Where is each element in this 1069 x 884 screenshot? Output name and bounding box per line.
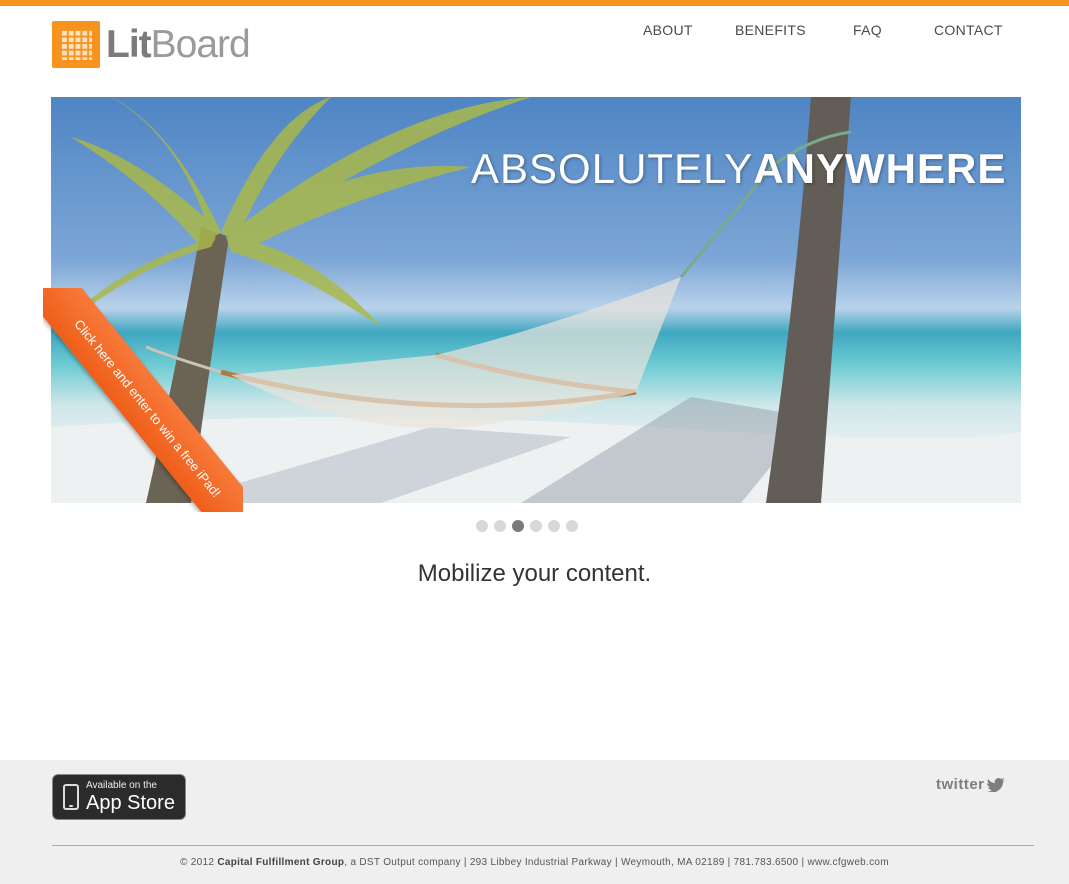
hero-headline: ABSOLUTELYANYWHERE [471, 145, 1007, 192]
footer-divider [52, 845, 1034, 846]
twitter-label: twitter [936, 776, 985, 793]
appstore-small-text: Available on the [86, 780, 157, 791]
nav-faq[interactable]: FAQ [853, 22, 882, 38]
app-store-badge[interactable]: Available on the App Store [52, 774, 186, 820]
main-nav: ABOUT BENEFITS FAQ CONTACT [620, 22, 1020, 42]
tagline: Mobilize your content. [417, 560, 652, 587]
site-footer: Available on the App Store twitter © 201… [0, 760, 1069, 884]
slide-dot-1[interactable] [476, 520, 488, 532]
nav-benefits[interactable]: BENEFITS [735, 22, 806, 38]
nav-contact[interactable]: CONTACT [934, 22, 1003, 38]
ipad-promo-ribbon[interactable]: Click here and enter to win a free iPad! [43, 288, 243, 512]
ribbon-text: Click here and enter to win a free iPad! [71, 316, 225, 500]
slide-dot-3[interactable] [512, 520, 524, 532]
iphone-icon [63, 784, 79, 810]
slide-dot-5[interactable] [548, 520, 560, 532]
appstore-big-text: App Store [86, 792, 175, 814]
top-accent-bar [0, 0, 1069, 6]
slide-dot-6[interactable] [566, 520, 578, 532]
copyright-text: © 2012 Capital Fulfillment Group, a DST … [180, 857, 889, 868]
litboard-logo[interactable]: LitBoard [52, 21, 251, 68]
nav-about[interactable]: ABOUT [643, 22, 693, 38]
twitter-link[interactable]: twitter [936, 776, 1005, 793]
logo-wordmark: LitBoard [106, 23, 251, 66]
slider-pagination [476, 520, 578, 532]
twitter-bird-icon [986, 777, 1005, 792]
slide-dot-4[interactable] [530, 520, 542, 532]
slide-dot-2[interactable] [494, 520, 506, 532]
grid-logo-icon [52, 21, 100, 68]
